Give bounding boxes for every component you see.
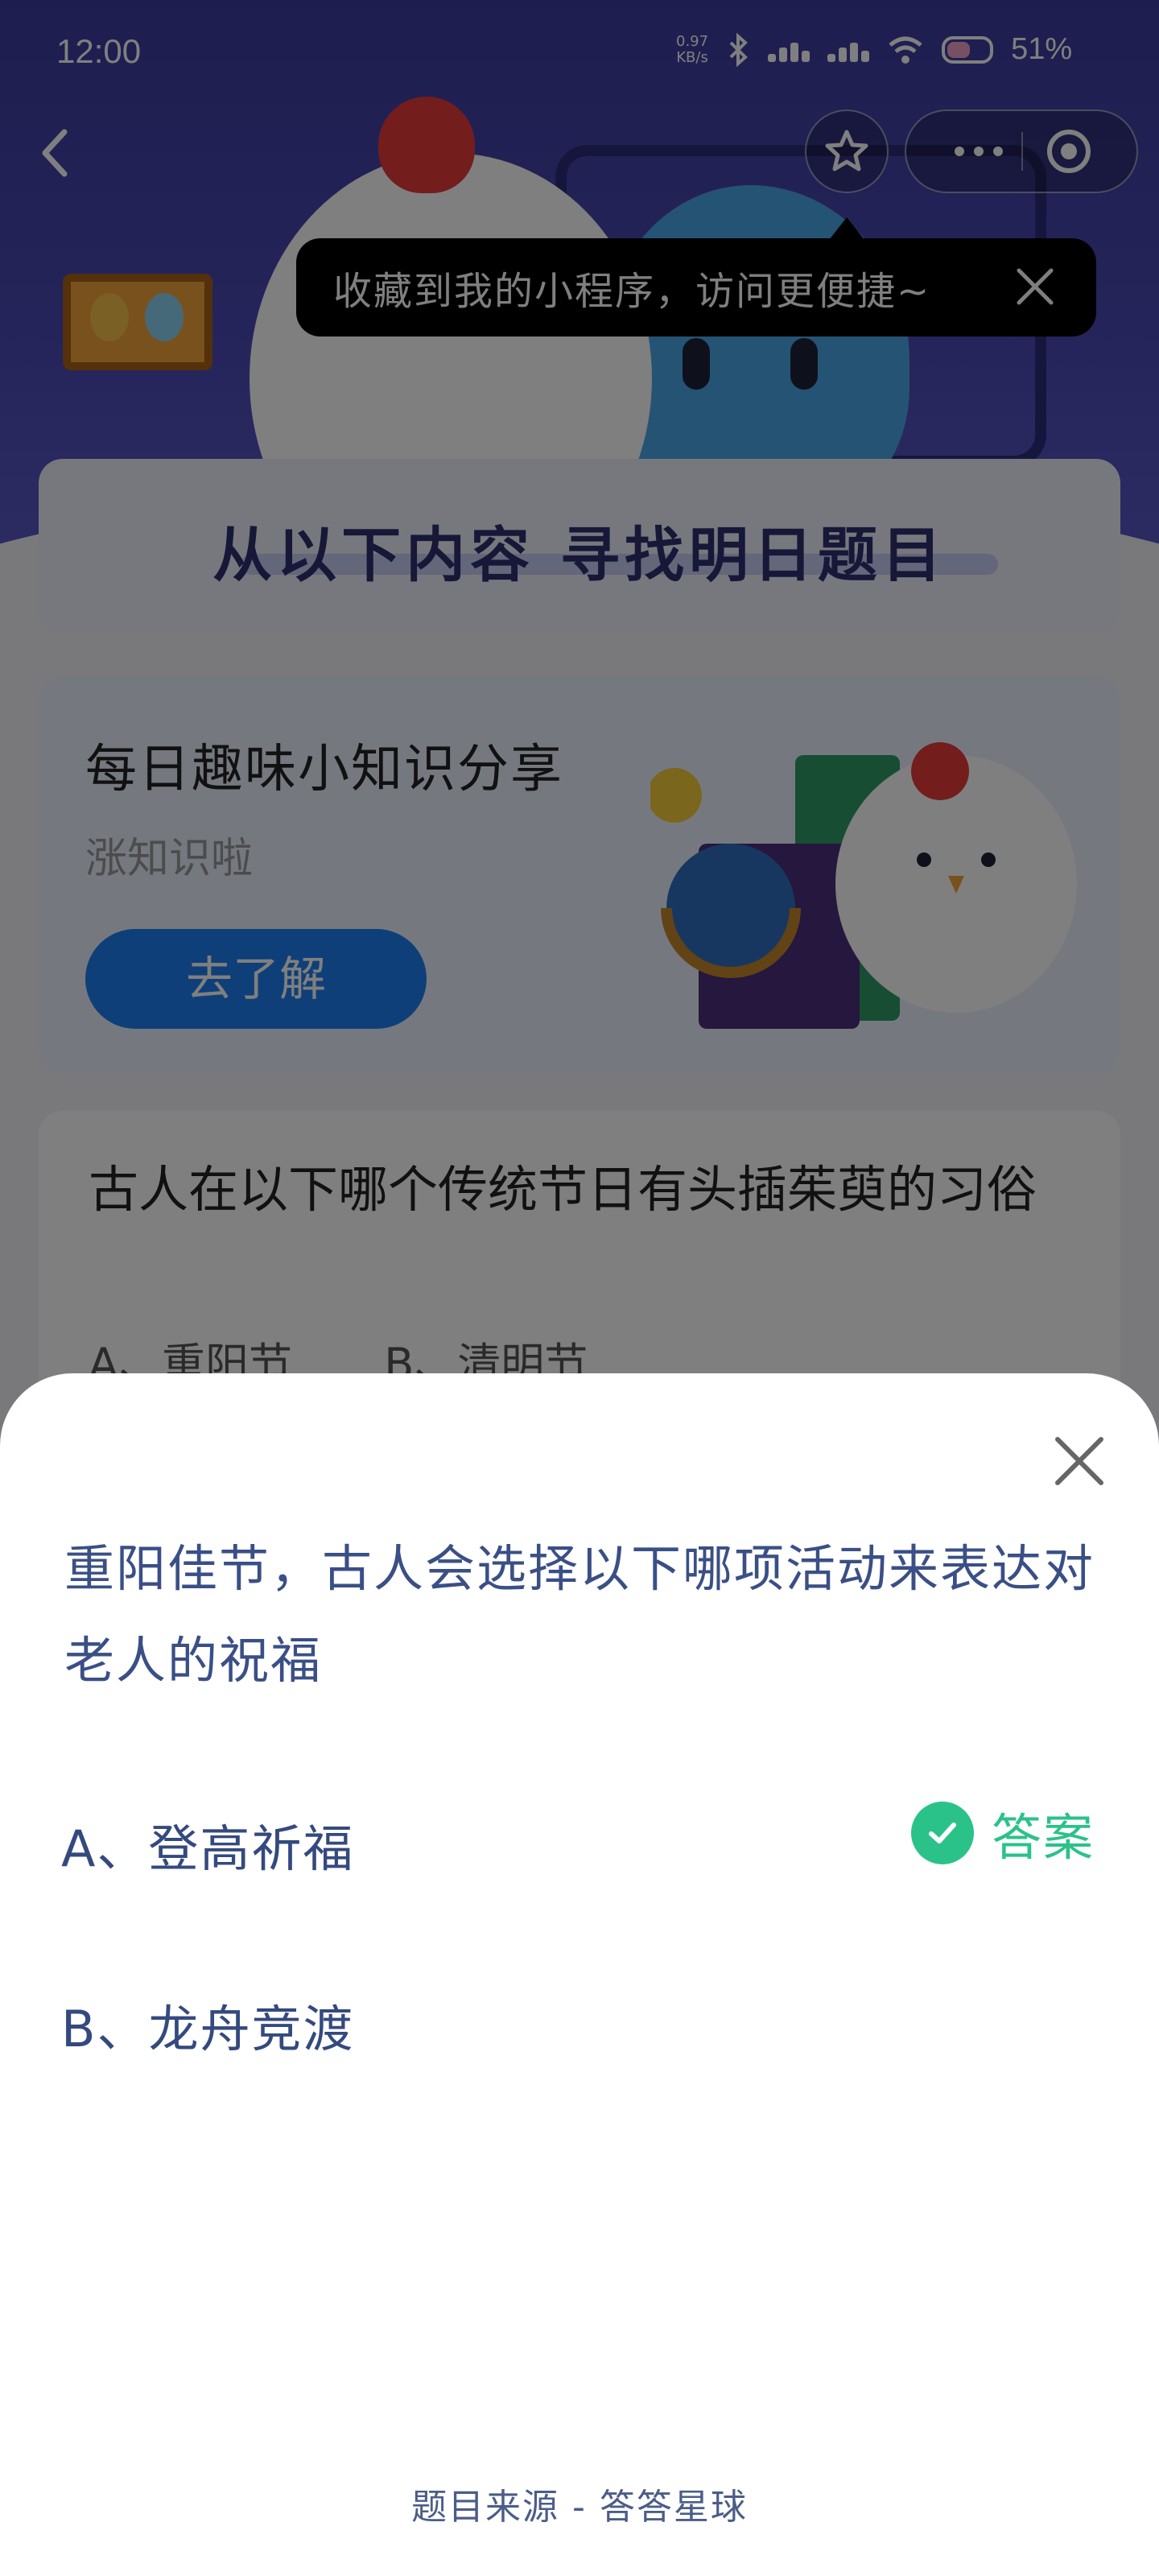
check-circle-icon — [911, 1802, 974, 1864]
answer-badge: 答案 — [911, 1797, 1095, 1869]
answer-label: 答案 — [992, 1808, 1095, 1867]
answer-sheet: 重阳佳节，古人会选择以下哪项活动来表达对老人的祝福 A、登高祈福 答案 B、龙舟… — [0, 1373, 1159, 2576]
sheet-question-text: 重阳佳节，古人会选择以下哪项活动来表达对老人的祝福 — [64, 1539, 1095, 1690]
close-icon[interactable] — [1051, 1433, 1107, 1489]
option-a[interactable]: A、登高祈福 — [61, 1808, 354, 1880]
question-source: 题目来源 - 答答星球 — [411, 2487, 748, 2528]
option-b[interactable]: B、龙舟竞渡 — [61, 1988, 355, 2061]
